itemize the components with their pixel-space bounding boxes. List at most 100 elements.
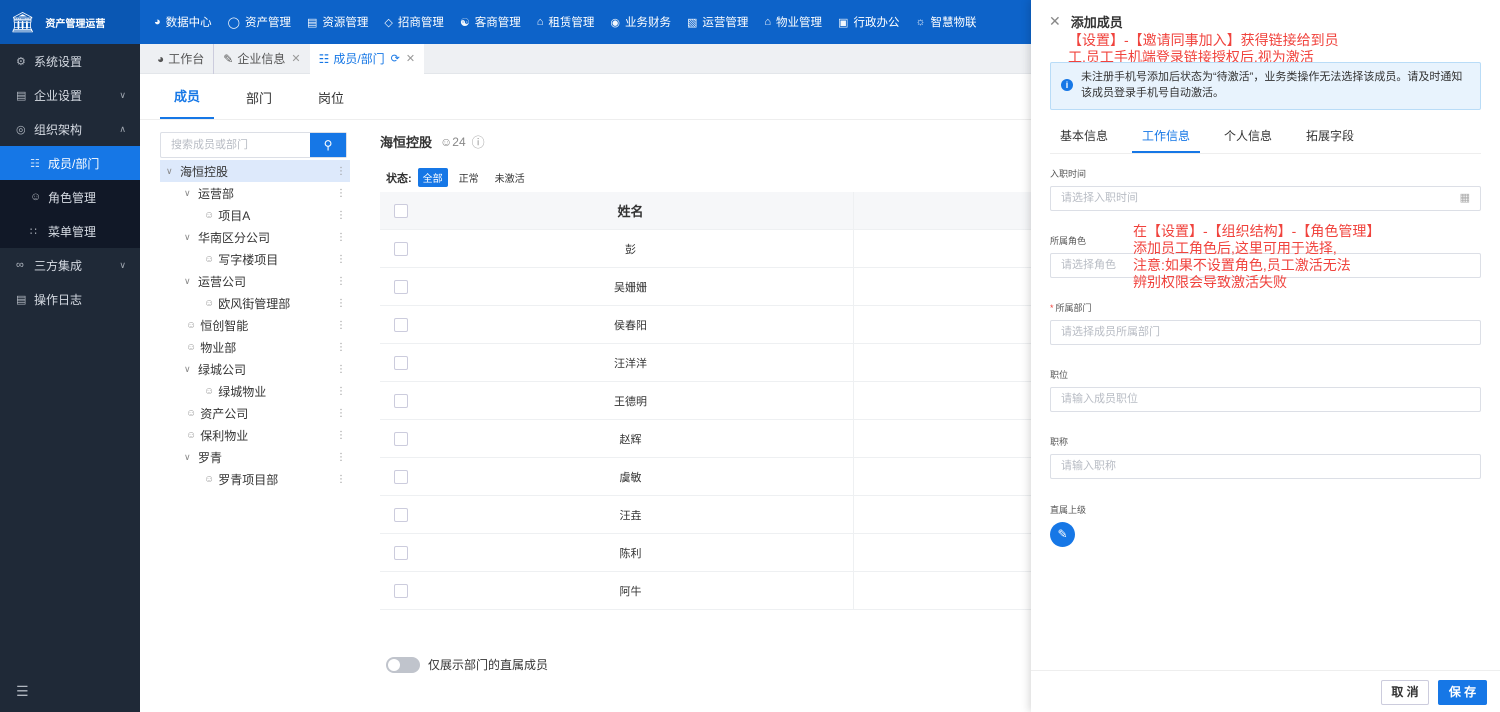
sidebar-item-logs[interactable]: ▤ 操作日志 — [0, 282, 140, 316]
table-row[interactable]: 汪垚 — [380, 495, 1031, 534]
dept-select[interactable]: 请选择成员所属部门 — [1050, 320, 1481, 345]
row-checkbox[interactable] — [394, 241, 408, 256]
tab-members[interactable]: ☷ 成员/部门 ⟳ ✕ — [309, 43, 425, 74]
tab-personal-info[interactable]: 个人信息 — [1214, 120, 1282, 153]
sidebar-item-org[interactable]: ◎ 组织架构 ∧ — [0, 112, 140, 146]
table-row[interactable]: 虞敏 — [380, 457, 1031, 496]
chevron-down-icon[interactable]: ∨ — [184, 364, 198, 375]
chevron-down-icon[interactable]: ∨ — [184, 188, 198, 199]
topnav-item-asset[interactable]: ◯ 资产管理 — [228, 14, 291, 30]
row-checkbox[interactable] — [394, 583, 408, 598]
more-icon[interactable]: ⋮ — [336, 386, 346, 397]
more-icon[interactable]: ⋮ — [336, 188, 346, 199]
entry-date-field[interactable]: 请选择入职时间 ▦ — [1050, 186, 1481, 211]
job-title-input[interactable]: 请输入职称 — [1050, 454, 1481, 479]
more-icon[interactable]: ⋮ — [336, 166, 346, 177]
more-icon[interactable]: ⋮ — [336, 320, 346, 331]
more-icon[interactable]: ⋮ — [336, 342, 346, 353]
save-button[interactable]: 保 存 — [1438, 680, 1487, 705]
app-logo[interactable]: 🏛 资产管理运营 — [0, 0, 140, 44]
row-checkbox[interactable] — [394, 393, 408, 408]
topnav-item-lease[interactable]: ⌂ 租赁管理 — [537, 14, 595, 30]
tab-extended-fields[interactable]: 拓展字段 — [1296, 120, 1364, 153]
refresh-icon[interactable]: ⟳ — [391, 52, 400, 65]
subtab-positions[interactable]: 岗位 — [304, 88, 358, 119]
tab-work-info[interactable]: 工作信息 — [1132, 120, 1201, 153]
table-row[interactable]: 王德明 — [380, 381, 1031, 420]
tree-node[interactable]: ☺ 罗青项目部 ⋮ — [160, 468, 350, 490]
subtab-members[interactable]: 成员 — [160, 86, 215, 119]
table-row[interactable]: 汪洋洋 — [380, 343, 1031, 382]
search-input[interactable]: 搜索成员或部门 ⚲ — [160, 132, 347, 158]
chevron-down-icon[interactable]: ∨ — [184, 276, 198, 287]
more-icon[interactable]: ⋮ — [336, 408, 346, 419]
more-icon[interactable]: ⋮ — [336, 452, 346, 463]
tree-node[interactable]: ☺ 物业部 ⋮ — [160, 336, 350, 358]
tree-node[interactable]: ∨ 运营部 ⋮ — [160, 182, 350, 204]
tree-node[interactable]: ☺ 项目A ⋮ — [160, 204, 350, 226]
sidebar-item-roles[interactable]: ☺ 角色管理 — [0, 180, 140, 214]
sidebar-item-members[interactable]: ☷ 成员/部门 — [0, 146, 140, 180]
sidebar-item-system-settings[interactable]: ⚙ 系统设置 — [0, 44, 140, 78]
tree-node[interactable]: ☺ 保利物业 ⋮ — [160, 424, 350, 446]
sidebar-item-menus[interactable]: ∷ 菜单管理 — [0, 214, 140, 248]
more-icon[interactable]: ⋮ — [336, 364, 346, 375]
tree-node[interactable]: ∨ 绿城公司 ⋮ — [160, 358, 350, 380]
more-icon[interactable]: ⋮ — [336, 298, 346, 309]
search-icon[interactable]: ⚲ — [310, 133, 346, 157]
collapse-menu-icon[interactable]: ☰ — [16, 683, 29, 700]
more-icon[interactable]: ⋮ — [336, 276, 346, 287]
topnav-item-investment[interactable]: ◇ 招商管理 — [384, 14, 443, 30]
row-checkbox[interactable] — [394, 279, 408, 294]
close-icon[interactable]: ✕ — [406, 52, 415, 65]
tree-node[interactable]: ☺ 恒创智能 ⋮ — [160, 314, 350, 336]
table-row[interactable]: 陈利 — [380, 533, 1031, 572]
close-icon[interactable]: ✕ — [1049, 13, 1061, 30]
position-input[interactable]: 请输入成员职位 — [1050, 387, 1481, 412]
tree-node[interactable]: ∨ 运营公司 ⋮ — [160, 270, 350, 292]
tree-node[interactable]: ∨ 罗青 ⋮ — [160, 446, 350, 468]
status-chip-normal[interactable]: 正常 — [454, 168, 484, 187]
status-chip-all[interactable]: 全部 — [417, 168, 448, 187]
more-icon[interactable]: ⋮ — [336, 232, 346, 243]
row-checkbox[interactable] — [394, 507, 408, 522]
edit-superior-button[interactable]: ✎ — [1050, 522, 1075, 547]
tab-basic-info[interactable]: 基本信息 — [1050, 120, 1118, 153]
tab-company-info[interactable]: ✎ 企业信息 ✕ — [213, 43, 309, 74]
table-row[interactable]: 吴姗姗 — [380, 267, 1031, 306]
topnav-item-merchant[interactable]: ☯ 客商管理 — [460, 14, 521, 30]
table-row[interactable]: 阿牛 — [380, 571, 1031, 610]
topnav-item-resource[interactable]: ▤ 资源管理 — [307, 14, 368, 30]
tree-node[interactable]: ∨ 华南区分公司 ⋮ — [160, 226, 350, 248]
row-checkbox[interactable] — [394, 355, 408, 370]
tree-node[interactable]: ∨ 海恒控股 ⋮ — [160, 160, 350, 182]
table-row[interactable]: 彭 — [380, 229, 1031, 268]
table-row[interactable]: 侯春阳 — [380, 305, 1031, 344]
topnav-item-data-center[interactable]: ◕ 数据中心 — [154, 14, 212, 30]
more-icon[interactable]: ⋮ — [336, 210, 346, 221]
more-icon[interactable]: ⋮ — [336, 430, 346, 441]
direct-members-toggle[interactable] — [386, 656, 420, 673]
help-icon[interactable]: ⓘ — [472, 132, 485, 151]
table-row[interactable]: 赵辉 — [380, 419, 1031, 458]
row-checkbox[interactable] — [394, 317, 408, 332]
tree-node[interactable]: ☺ 绿城物业 ⋮ — [160, 380, 350, 402]
sidebar-item-enterprise[interactable]: ▤ 企业设置 ∨ — [0, 78, 140, 112]
select-all-checkbox[interactable] — [394, 203, 408, 218]
status-chip-inactive[interactable]: 未激活 — [490, 168, 530, 187]
tree-node[interactable]: ☺ 欧风街管理部 ⋮ — [160, 292, 350, 314]
more-icon[interactable]: ⋮ — [336, 474, 346, 485]
chevron-down-icon[interactable]: ∨ — [184, 452, 198, 463]
row-checkbox[interactable] — [394, 431, 408, 446]
tree-node[interactable]: ☺ 资产公司 ⋮ — [160, 402, 350, 424]
cancel-button[interactable]: 取 消 — [1381, 680, 1429, 705]
subtab-departments[interactable]: 部门 — [232, 88, 286, 119]
topnav-item-finance[interactable]: ◉ 业务财务 — [610, 14, 671, 30]
chevron-down-icon[interactable]: ∨ — [166, 166, 180, 177]
tab-workbench[interactable]: ◕ 工作台 — [148, 44, 213, 74]
row-checkbox[interactable] — [394, 469, 408, 484]
more-icon[interactable]: ⋮ — [336, 254, 346, 265]
topnav-item-operation[interactable]: ▧ 运营管理 — [687, 14, 748, 30]
topnav-item-property[interactable]: ⌂ 物业管理 — [764, 14, 822, 30]
tree-node[interactable]: ☺ 写字楼项目 ⋮ — [160, 248, 350, 270]
